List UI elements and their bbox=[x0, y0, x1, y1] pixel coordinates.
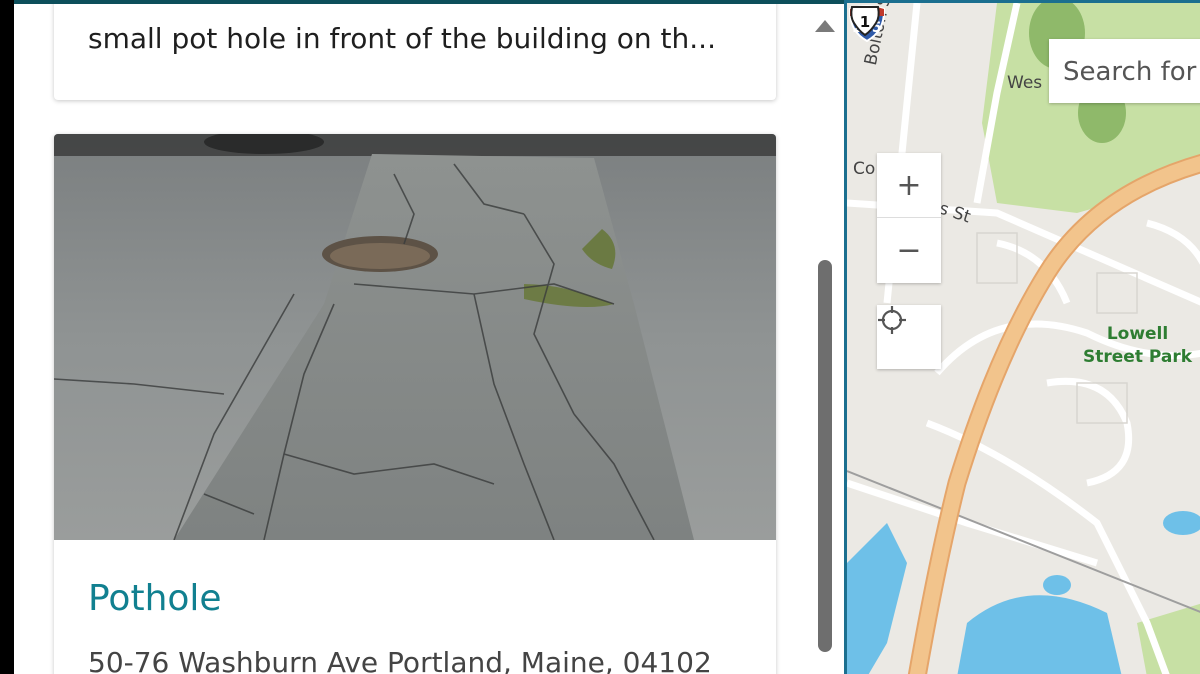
report-card-title[interactable]: Pothole bbox=[88, 578, 222, 619]
report-card-address: 50-76 Washburn Ave Portland, Maine, 0410… bbox=[88, 646, 712, 674]
crosshair-icon bbox=[878, 306, 906, 334]
map-view[interactable]: Bolton St Wes Co s St Lowell Street Park… bbox=[844, 0, 1200, 674]
report-card[interactable]: Pothole 50-76 Washburn Ave Portland, Mai… bbox=[54, 134, 776, 674]
window-left-edge bbox=[0, 0, 14, 674]
scrollbar-thumb[interactable] bbox=[818, 260, 832, 652]
us-route-shield-label: 1 bbox=[860, 13, 870, 31]
map-label-park-line2: Street Park bbox=[1083, 347, 1193, 367]
map-search-input[interactable]: Search for bbox=[1049, 39, 1200, 103]
map-label-wes: Wes bbox=[1007, 73, 1043, 93]
results-list-panel[interactable]: small pot hole in front of the building … bbox=[14, 4, 844, 674]
report-card[interactable]: small pot hole in front of the building … bbox=[54, 4, 776, 100]
zoom-controls: + − bbox=[877, 153, 941, 283]
scroll-up-arrow-icon[interactable] bbox=[815, 20, 835, 32]
map-label-co: Co bbox=[853, 159, 876, 179]
zoom-in-button[interactable]: + bbox=[877, 153, 941, 218]
map-label-park-line1: Lowell bbox=[1106, 324, 1169, 344]
pothole-photo bbox=[54, 134, 776, 540]
map-search-placeholder: Search for bbox=[1063, 57, 1197, 87]
report-card-snippet: small pot hole in front of the building … bbox=[88, 22, 716, 55]
locate-button[interactable] bbox=[877, 305, 941, 369]
map-label-park: Lowell Street Park bbox=[1083, 323, 1192, 369]
zoom-out-button[interactable]: − bbox=[877, 218, 941, 282]
us-route-shield-icon: 1 bbox=[850, 6, 880, 37]
